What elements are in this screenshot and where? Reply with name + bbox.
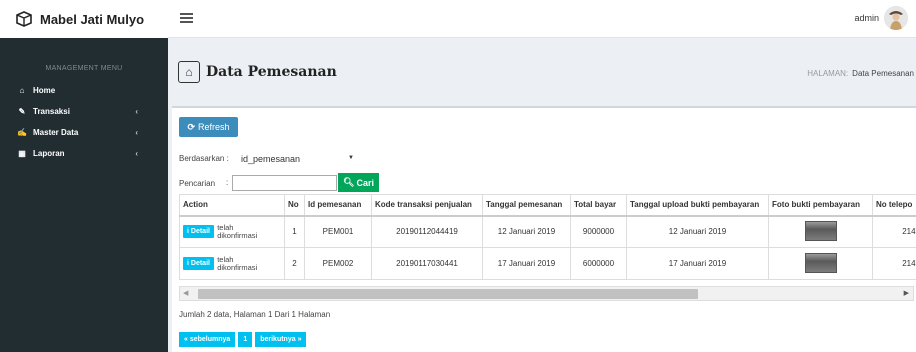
cell-telp: 2147 — [872, 247, 916, 280]
filter-by-value: id_pemesanan — [241, 154, 301, 164]
home-icon: ⌂ — [19, 86, 25, 95]
page-header: ⌂ Data Pemesanan HALAMAN: Data Pemesanan — [168, 38, 916, 98]
cell-kode: 20190117030441 — [371, 247, 483, 280]
chevron-left-icon: ‹ — [135, 107, 138, 116]
top-navbar: Mabel Jati Mulyo admin — [0, 0, 916, 38]
column-header: Action — [179, 194, 285, 217]
sidebar: MANAGEMENT MENU ⌂ Home ✎ Transaksi ‹ ✍ M… — [0, 38, 168, 352]
cell-no: 2 — [284, 247, 305, 280]
breadcrumb-current: Data Pemesanan — [852, 69, 914, 78]
column-header: No telepo — [872, 194, 916, 217]
page-1-button[interactable]: 1 — [238, 332, 253, 347]
action-cell: i Detail telah dikonfirmasi — [179, 215, 285, 248]
cell-telp: 2147 — [872, 215, 916, 248]
home-icon: ⌂ — [178, 61, 200, 83]
detail-button[interactable]: i Detail — [183, 225, 214, 239]
previous-page-button[interactable]: « sebelumnya — [179, 332, 236, 347]
search-button-label: Cari — [356, 177, 374, 188]
sidebar-item-master-data[interactable]: ✍ Master Data ‹ — [0, 122, 168, 143]
table-row: i Detail telah dikonfirmasi 2 PEM002 201… — [179, 247, 916, 280]
table-row: i Detail telah dikonfirmasi 1 PEM001 201… — [179, 215, 916, 248]
calendar-icon: ▦ — [18, 149, 26, 158]
sidebar-item-transaksi[interactable]: ✎ Transaksi ‹ — [0, 101, 168, 122]
cell-id: PEM002 — [304, 247, 372, 280]
user-menu[interactable]: admin — [854, 6, 908, 30]
refresh-icon: ⟳ — [187, 121, 196, 132]
next-page-button[interactable]: berikutnya » — [255, 332, 307, 347]
search-input[interactable] — [232, 175, 337, 191]
avatar — [884, 6, 908, 30]
chevron-left-icon: ‹ — [135, 149, 138, 158]
page-title: Data Pemesanan — [206, 64, 337, 80]
orders-table: Action No Id pemesanan Kode transaksi pe… — [179, 194, 916, 280]
scrollbar-thumb[interactable] — [198, 289, 698, 299]
column-header: Foto bukti pembayaran — [768, 194, 873, 217]
brand[interactable]: Mabel Jati Mulyo — [0, 0, 168, 38]
detail-label: Detail — [190, 228, 210, 236]
table-header-row: Action No Id pemesanan Kode transaksi pe… — [179, 194, 916, 217]
edit-icon: ✍ — [17, 128, 27, 137]
column-header: Total bayar — [570, 194, 627, 217]
column-header: Kode transaksi penjualan — [371, 194, 483, 217]
column-header: Tanggal pemesanan — [482, 194, 571, 217]
data-box: ⟳ Refresh Berdasarkan : id_pemesanan ▼ P… — [172, 106, 916, 352]
filter-by-select[interactable]: id_pemesanan ▼ — [235, 150, 360, 168]
search-icon: 🔍︎ — [343, 177, 355, 187]
brand-logo-icon — [16, 11, 32, 27]
filter-by-label: Berdasarkan : — [179, 154, 229, 163]
horizontal-scrollbar[interactable]: ◀ ▶ — [179, 286, 914, 301]
action-cell: i Detail telah dikonfirmasi — [179, 247, 285, 280]
hamburger-menu-icon[interactable] — [180, 11, 193, 25]
status-text: telah dikonfirmasi — [217, 222, 258, 240]
cell-foto — [768, 215, 873, 248]
chevron-down-icon: ▼ — [348, 155, 354, 161]
sidebar-item-home[interactable]: ⌂ Home — [0, 80, 168, 101]
user-name: admin — [854, 13, 879, 23]
detail-button[interactable]: i Detail — [183, 257, 214, 270]
cell-tanggal: 12 Januari 2019 — [482, 215, 571, 248]
sidebar-item-label: Home — [33, 86, 56, 95]
breadcrumb-label: HALAMAN: — [807, 69, 849, 78]
refresh-label: Refresh — [198, 122, 230, 132]
cell-id: PEM001 — [304, 215, 372, 248]
cell-no: 1 — [284, 215, 305, 248]
refresh-button[interactable]: ⟳ Refresh — [179, 117, 238, 137]
main-content: ⌂ Data Pemesanan HALAMAN: Data Pemesanan … — [168, 38, 916, 352]
brand-name: Mabel Jati Mulyo — [40, 11, 145, 27]
status-text: telah dikonfirmasi — [217, 254, 258, 272]
sidebar-item-label: Transaksi — [33, 107, 70, 116]
chevron-left-icon: ‹ — [135, 128, 138, 137]
cell-foto — [768, 247, 873, 280]
search-button[interactable]: 🔍︎ Cari — [338, 173, 379, 192]
user-avatar-icon — [884, 6, 908, 30]
column-header: No — [284, 194, 305, 217]
pencil-icon: ✎ — [18, 107, 26, 116]
breadcrumb: HALAMAN: Data Pemesanan — [807, 69, 914, 78]
pagination-summary: Jumlah 2 data, Halaman 1 Dari 1 Halaman — [179, 310, 331, 319]
detail-label: Detail — [190, 260, 210, 267]
sidebar-item-label: Laporan — [33, 149, 65, 158]
scroll-left-icon[interactable]: ◀ — [183, 289, 188, 297]
cell-total: 6000000 — [570, 247, 627, 280]
payment-proof-thumbnail[interactable] — [804, 252, 837, 273]
payment-proof-thumbnail[interactable] — [804, 220, 837, 241]
sidebar-item-laporan[interactable]: ▦ Laporan ‹ — [0, 143, 168, 164]
column-header: Tanggal upload bukti pembayaran — [626, 194, 769, 217]
cell-upload: 12 Januari 2019 — [626, 215, 769, 248]
search-label: Pencarian — [179, 179, 216, 188]
menu-header: MANAGEMENT MENU — [45, 65, 123, 72]
cell-tanggal: 17 Januari 2019 — [482, 247, 571, 280]
search-separator: : — [226, 178, 229, 187]
pagination: « sebelumnya 1 berikutnya » — [179, 332, 309, 347]
cell-kode: 20190112044419 — [371, 215, 483, 248]
column-header: Id pemesanan — [304, 194, 372, 217]
scroll-right-icon[interactable]: ▶ — [904, 289, 909, 297]
cell-upload: 17 Januari 2019 — [626, 247, 769, 280]
cell-total: 9000000 — [570, 215, 627, 248]
sidebar-item-label: Master Data — [33, 128, 79, 137]
